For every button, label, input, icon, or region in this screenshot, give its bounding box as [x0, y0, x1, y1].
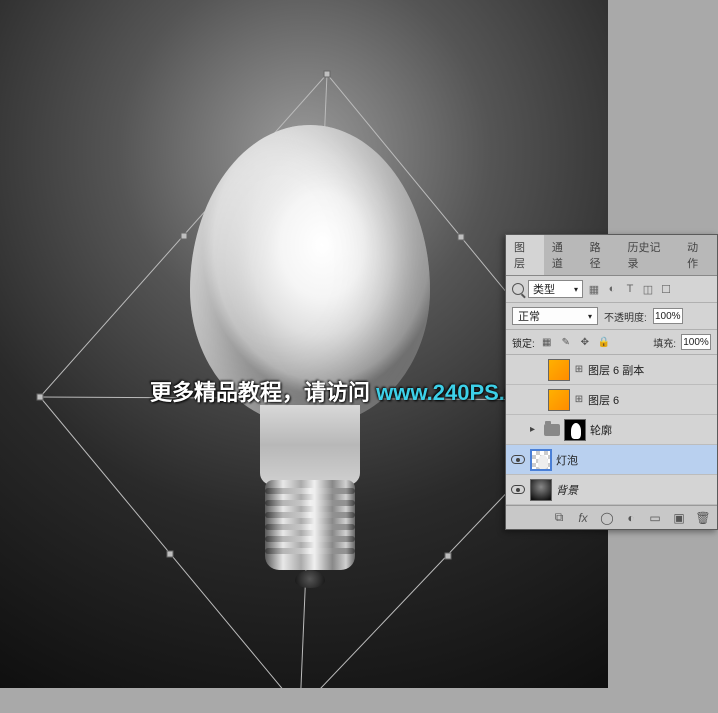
search-icon[interactable]: [512, 283, 524, 295]
fill-input[interactable]: 100%: [681, 334, 711, 350]
lock-brush-icon[interactable]: ✎: [559, 335, 573, 349]
panel-footer: ⧉ fx ◯ ◐ ▭ ▣ 🗑: [506, 505, 717, 529]
layer-thumbnail[interactable]: [530, 479, 552, 501]
adjustment-icon[interactable]: ◐: [623, 510, 639, 526]
tab-paths[interactable]: 路径: [582, 235, 620, 275]
group-disclosure-icon[interactable]: ▸: [530, 424, 540, 435]
visibility-toggle[interactable]: [510, 362, 526, 378]
opacity-input[interactable]: 100%: [653, 308, 683, 324]
filter-smart-icon[interactable]: ☐: [659, 282, 673, 296]
mask-thumbnail[interactable]: [564, 419, 586, 441]
mask-link-icon[interactable]: ⊞: [574, 362, 584, 378]
layer-name[interactable]: 图层 6 副本: [588, 362, 644, 378]
filter-kind-label: 类型: [533, 281, 555, 297]
folder-icon: [544, 424, 560, 436]
visibility-toggle[interactable]: [510, 422, 526, 438]
link-layers-icon[interactable]: ⧉: [551, 510, 567, 526]
lock-move-icon[interactable]: ✥: [578, 335, 592, 349]
filter-kind-select[interactable]: 类型 ▾: [528, 280, 583, 298]
layer-row[interactable]: ⊞ 图层 6 副本: [506, 355, 717, 385]
lock-pixels-icon[interactable]: ▦: [540, 335, 554, 349]
layer-row[interactable]: 背景: [506, 475, 717, 505]
layer-row[interactable]: 灯泡: [506, 445, 717, 475]
group-icon[interactable]: ▭: [647, 510, 663, 526]
tab-layers[interactable]: 图层: [506, 235, 544, 275]
panel-tabs: 图层 通道 路径 历史记录 动作: [506, 235, 717, 276]
layer-thumbnail[interactable]: [548, 359, 570, 381]
lightbulb-image: [190, 125, 430, 565]
new-layer-icon[interactable]: ▣: [671, 510, 687, 526]
lock-label: 锁定:: [512, 335, 535, 350]
layer-name[interactable]: 图层 6: [588, 392, 619, 408]
eye-icon: [511, 485, 525, 494]
tab-channels[interactable]: 通道: [544, 235, 582, 275]
eye-icon: [511, 455, 525, 464]
transform-handle[interactable]: [181, 233, 188, 240]
watermark-text: 更多精品教程，请访问 www.240PS.com: [150, 375, 550, 407]
layer-name[interactable]: 轮廓: [590, 422, 612, 438]
filter-shape-icon[interactable]: ◫: [641, 282, 655, 296]
chevron-down-icon: ▾: [588, 312, 592, 321]
mask-icon[interactable]: ◯: [599, 510, 615, 526]
layer-name[interactable]: 背景: [556, 482, 578, 498]
opacity-label: 不透明度:: [604, 309, 647, 324]
lock-row: 锁定: ▦ ✎ ✥ 🔒 填充: 100%: [506, 330, 717, 355]
blend-mode-value: 正常: [518, 308, 540, 324]
blend-row: 正常 ▾ 不透明度: 100%: [506, 303, 717, 330]
chevron-down-icon: ▾: [574, 285, 578, 294]
layer-thumbnail[interactable]: [530, 449, 552, 471]
transform-handle[interactable]: [167, 551, 174, 558]
blend-mode-select[interactable]: 正常 ▾: [512, 307, 598, 325]
layer-name[interactable]: 灯泡: [556, 452, 578, 468]
layer-row[interactable]: ▸ 轮廓: [506, 415, 717, 445]
layer-filter-row: 类型 ▾ ▦ ◐ T ◫ ☐: [506, 276, 717, 303]
tab-actions[interactable]: 动作: [679, 235, 717, 275]
visibility-toggle[interactable]: [510, 392, 526, 408]
fx-icon[interactable]: fx: [575, 510, 591, 526]
fill-label: 填充:: [653, 335, 676, 350]
visibility-toggle[interactable]: [510, 452, 526, 468]
layers-list: ⊞ 图层 6 副本 ⊞ 图层 6 ▸ 轮廓 灯泡 背景: [506, 355, 717, 505]
visibility-toggle[interactable]: [510, 482, 526, 498]
layers-panel: 图层 通道 路径 历史记录 动作 类型 ▾ ▦ ◐ T ◫ ☐ 正常 ▾ 不透明…: [505, 234, 718, 530]
filter-adjust-icon[interactable]: ◐: [605, 282, 619, 296]
transform-handle[interactable]: [37, 394, 44, 401]
filter-type-icon[interactable]: T: [623, 282, 637, 296]
layer-row[interactable]: ⊞ 图层 6: [506, 385, 717, 415]
trash-icon[interactable]: 🗑: [695, 510, 711, 526]
tab-history[interactable]: 历史记录: [619, 235, 679, 275]
lock-all-icon[interactable]: 🔒: [597, 335, 611, 349]
filter-pixel-icon[interactable]: ▦: [587, 282, 601, 296]
transform-handle[interactable]: [458, 234, 465, 241]
transform-handle[interactable]: [445, 553, 452, 560]
watermark-left: 更多精品教程，请访问: [150, 380, 376, 405]
mask-link-icon[interactable]: ⊞: [574, 392, 584, 408]
layer-thumbnail[interactable]: [548, 389, 570, 411]
transform-handle[interactable]: [324, 71, 331, 78]
